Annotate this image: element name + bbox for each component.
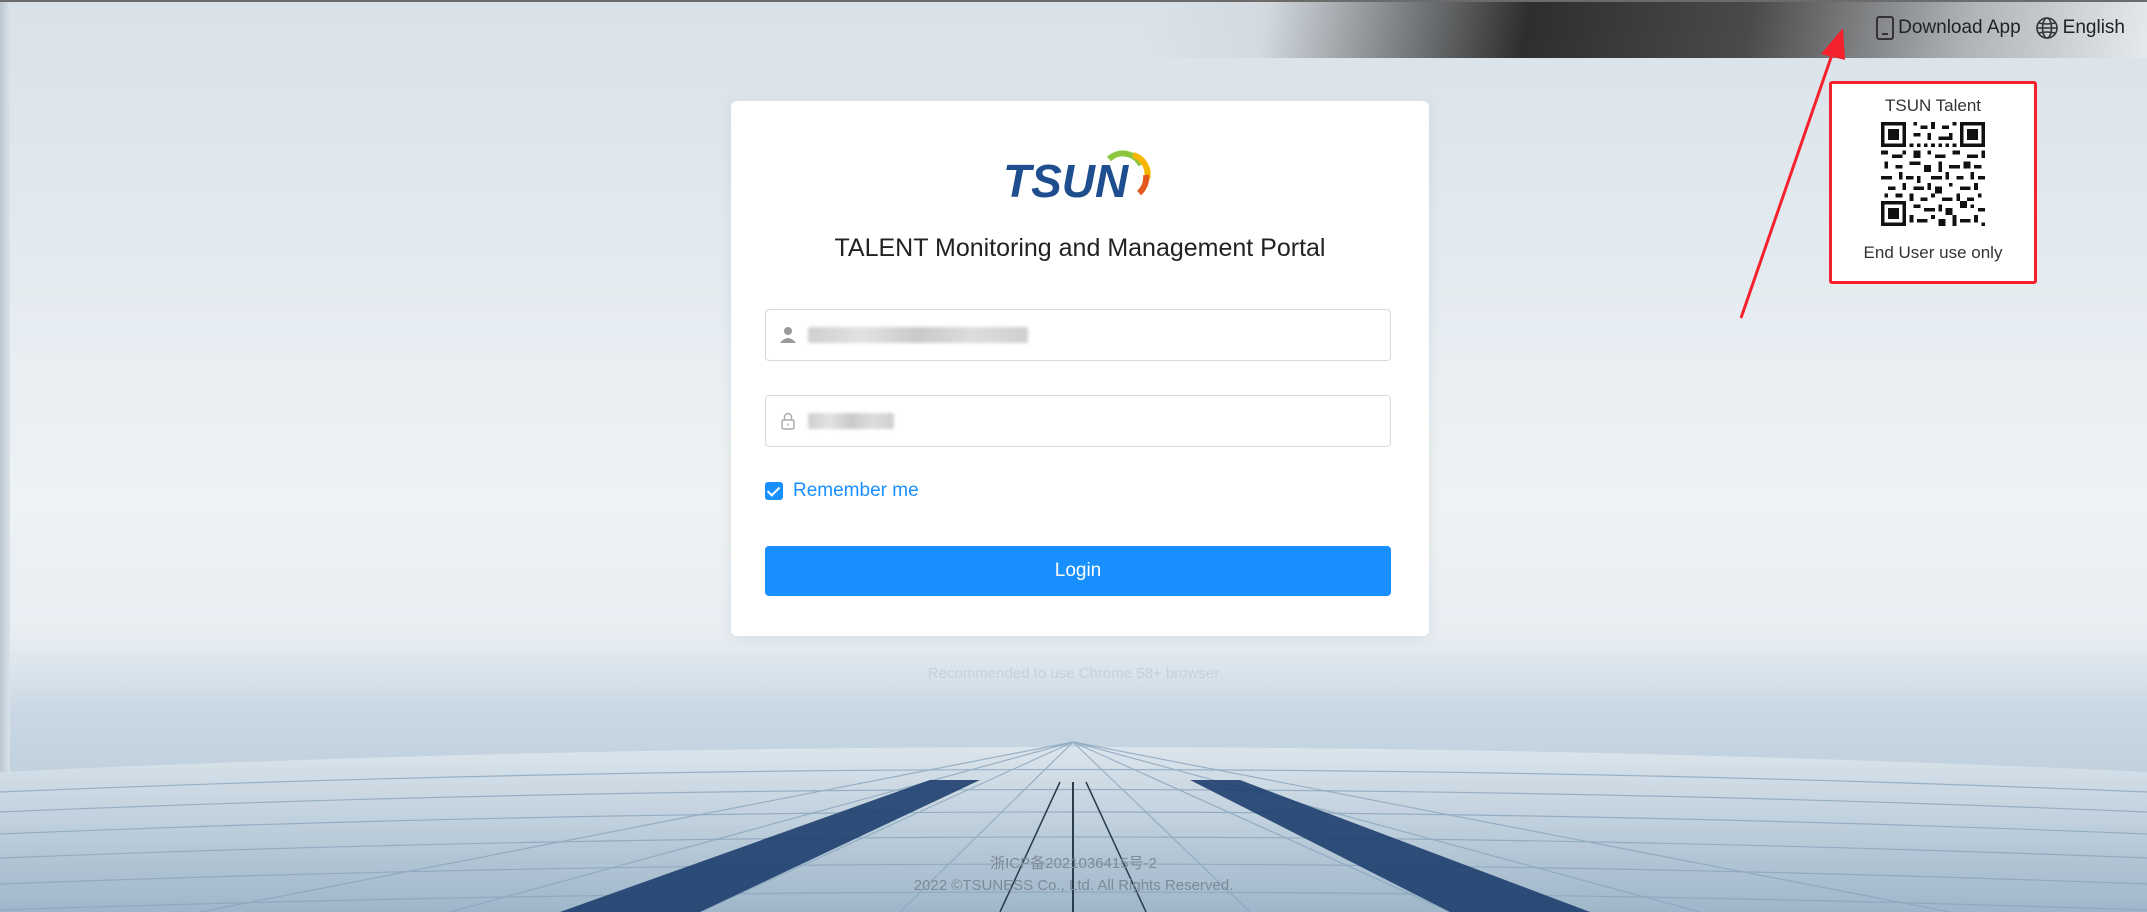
- user-icon: [780, 327, 796, 343]
- qr-code-popover: TSUN Talent End User use only: [1829, 81, 2037, 284]
- globe-icon: [2035, 17, 2058, 39]
- svg-text:TSUN: TSUN: [1003, 155, 1129, 205]
- password-input[interactable]: [765, 395, 1391, 447]
- window-border: [0, 0, 2147, 2]
- language-label: English: [2062, 17, 2125, 38]
- username-value-masked: [808, 327, 1028, 343]
- remember-me-checkbox[interactable]: Remember me: [765, 480, 919, 502]
- top-header: Download App English: [1876, 16, 2125, 40]
- browser-recommendation: Recommended to use Chrome 58+ browser: [927, 665, 1220, 682]
- login-card: TSUN TALENT Monitoring and Management Po…: [731, 101, 1429, 636]
- download-app-link[interactable]: Download App: [1876, 16, 2021, 40]
- download-app-label: Download App: [1898, 17, 2021, 38]
- login-button[interactable]: Login: [765, 546, 1391, 596]
- username-input[interactable]: [765, 309, 1391, 361]
- password-value-masked: [808, 413, 894, 429]
- portal-title: TALENT Monitoring and Management Portal: [834, 234, 1326, 262]
- phone-icon: [1876, 16, 1895, 40]
- qr-footer-text: End User use only: [1863, 243, 2003, 262]
- qr-title: TSUN Talent: [1884, 96, 1982, 115]
- remember-me-label: Remember me: [793, 480, 919, 501]
- icp-license-link[interactable]: 浙ICP备2021036415号-2: [0, 852, 2147, 873]
- copyright-text: 2022 ©TSUNESS Co., Ltd. All Rights Reser…: [913, 877, 1234, 894]
- qr-code-image: [1881, 122, 1985, 226]
- tsun-logo: TSUN: [1003, 150, 1151, 205]
- lock-icon: [781, 412, 795, 430]
- checkbox-checked-icon[interactable]: [765, 482, 783, 500]
- language-selector[interactable]: English: [2035, 16, 2125, 40]
